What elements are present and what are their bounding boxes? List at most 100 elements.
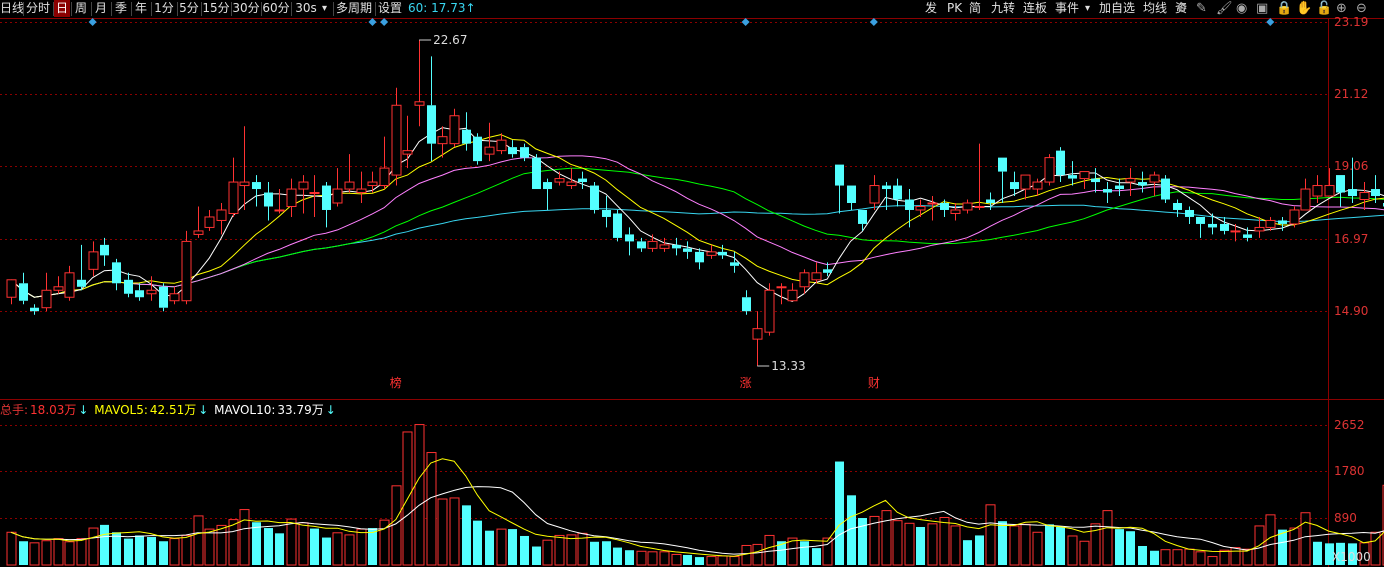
candle (613, 209, 622, 242)
candle (637, 237, 646, 252)
volume-bar (590, 541, 599, 565)
candle (135, 283, 144, 301)
candle (590, 182, 599, 214)
volume-bar (6, 531, 17, 566)
volume-bar (19, 541, 28, 565)
candle (1125, 168, 1136, 197)
candle (647, 234, 658, 252)
volume-bar (998, 521, 1007, 565)
volume-bar (706, 556, 717, 566)
candle (1359, 182, 1370, 210)
candle (112, 258, 121, 291)
candle (950, 203, 961, 221)
volume-bar (1020, 523, 1031, 566)
volume-bar (204, 528, 215, 566)
ma30-line (10, 167, 1384, 298)
volume-bar (892, 520, 903, 566)
candle (1091, 168, 1100, 193)
candle (239, 126, 250, 210)
volume-bar (135, 535, 144, 565)
volume-header: 总手: 18.03万 ↓ MAVOL5: 42.51万 ↓ MAVOL10: 33.79万… (0, 402, 338, 418)
candle (893, 178, 902, 207)
volume-bar (53, 538, 64, 566)
volume-bar (1300, 512, 1311, 566)
volume-bar (975, 535, 984, 565)
total-volume-value: 18.03万 (30, 403, 77, 417)
candle (274, 189, 285, 214)
candle (1230, 223, 1241, 242)
volume-bar (1160, 549, 1171, 566)
volume-bar (124, 538, 133, 565)
candle (602, 196, 611, 228)
volume-bar (322, 537, 331, 565)
candle (30, 304, 39, 315)
candle (473, 133, 482, 165)
volume-bar (239, 509, 250, 566)
volume-bar (671, 553, 682, 566)
candle (1324, 168, 1335, 197)
volume-bar (729, 556, 740, 566)
candle (787, 283, 798, 302)
volume-bar (426, 452, 437, 566)
volume-tick-label: 1780 (1334, 464, 1365, 478)
volume-bar (927, 523, 938, 566)
candle (193, 206, 204, 238)
candle (19, 272, 28, 305)
volume-unit-label: X1000 (1332, 550, 1371, 564)
event-diamond-icon (380, 18, 389, 26)
candle (264, 182, 273, 221)
volume-bar (485, 530, 494, 565)
mavol5-label: MAVOL5: (94, 403, 148, 417)
candle (1300, 178, 1311, 211)
candle (683, 241, 692, 259)
candle (169, 286, 180, 305)
candle (484, 122, 495, 162)
mavol10-value: 33.79万 (277, 403, 324, 417)
volume-bar (473, 520, 482, 565)
volume-bar (41, 540, 52, 566)
volume-bar (169, 538, 180, 566)
candle (332, 168, 343, 207)
mavol10-label: MAVOL10: (214, 403, 276, 417)
volume-bar (1172, 549, 1183, 566)
volume-bar (437, 498, 448, 566)
volume-bar (1184, 548, 1195, 566)
volume-bar (1032, 531, 1043, 566)
candle (298, 175, 309, 214)
chart-grid (0, 18, 1384, 567)
mavol10-arrow: ↓ (325, 403, 336, 417)
candle (146, 276, 157, 301)
candle (554, 171, 565, 186)
volume-bar (216, 524, 227, 566)
volume-bar (1067, 535, 1078, 566)
volume-bar (812, 548, 821, 565)
candle (100, 237, 109, 266)
volume-bar (1138, 545, 1147, 565)
volume-bar (310, 528, 319, 565)
candle (1220, 216, 1229, 235)
candle (625, 227, 634, 256)
volume-bar (29, 542, 40, 566)
candle (1336, 175, 1345, 207)
candle (64, 265, 75, 301)
price-tick-label: 19.06 (1334, 159, 1368, 173)
price-tick-label: 23.19 (1334, 15, 1368, 29)
volume-bar (298, 522, 309, 566)
volume-bar (695, 557, 704, 565)
volume-bar (414, 424, 425, 566)
volume-bar (1115, 529, 1124, 565)
volume-bar (1207, 556, 1218, 566)
volume-bar (64, 541, 75, 566)
volume-bar (881, 510, 892, 566)
volume-series (6, 424, 1384, 566)
candle (811, 262, 822, 284)
volume-bar (752, 543, 763, 566)
candle (1149, 171, 1160, 197)
volume-bar (1102, 510, 1113, 566)
volume-bar (764, 534, 775, 566)
volume-bar (1278, 529, 1287, 565)
candle (204, 209, 215, 231)
candle (927, 196, 938, 221)
event-label: 财 (868, 376, 880, 390)
candle (88, 241, 99, 277)
